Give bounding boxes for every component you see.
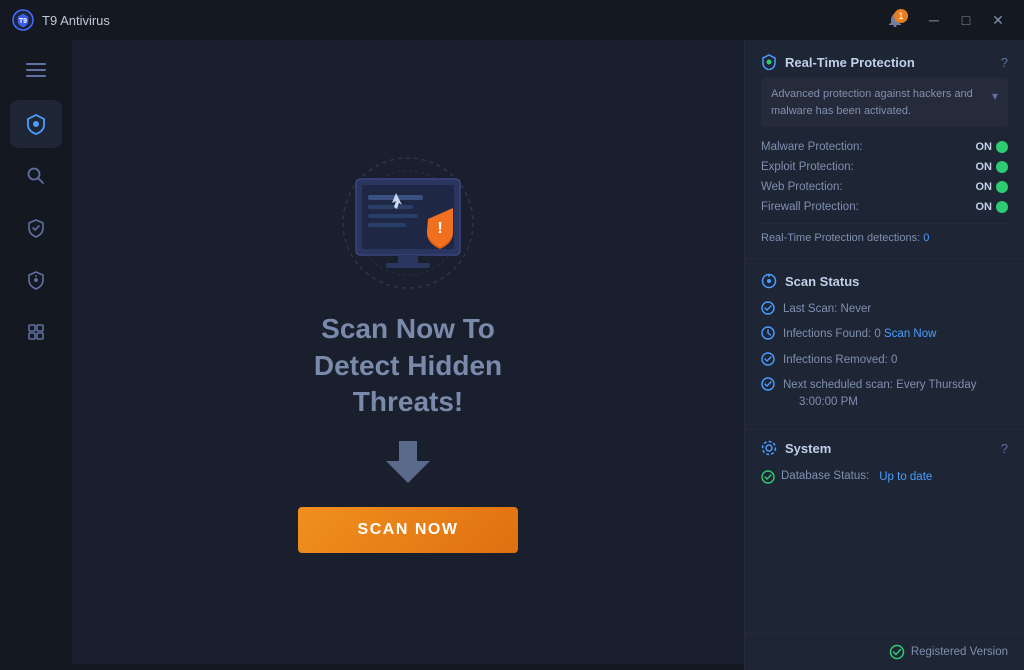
hamburger-line <box>26 69 46 71</box>
db-check-icon <box>761 470 775 484</box>
titlebar-controls: 1 ─ □ ✕ <box>882 9 1012 31</box>
app-icon: T9 <box>12 9 34 31</box>
chevron-down-icon[interactable]: ▾ <box>992 87 998 105</box>
infections-found-text: Infections Found: 0 Scan Now <box>783 326 936 343</box>
exploit-protection-row: Exploit Protection: ON <box>761 157 1008 177</box>
monitor-illustration: ! <box>308 151 508 311</box>
hamburger-line <box>26 63 46 65</box>
system-help-icon[interactable]: ? <box>1001 441 1008 456</box>
arrow-head <box>386 461 430 483</box>
system-icon <box>761 440 777 456</box>
firewall-toggle-dot <box>996 201 1008 213</box>
rtp-description: Advanced protection against hackers and … <box>761 78 1008 127</box>
check-circle-icon <box>761 301 775 315</box>
notification-badge: 1 <box>894 9 908 23</box>
checkshield-icon <box>26 218 46 238</box>
sidebar-item-scan[interactable] <box>10 152 62 200</box>
registered-version-text: Registered Version <box>911 646 1008 658</box>
sidebar-item-tools[interactable] <box>10 308 62 356</box>
database-status-row: Database Status: Up to date <box>761 464 1008 489</box>
privacy-icon <box>26 270 46 290</box>
shield-icon <box>25 113 47 135</box>
rtp-help-icon[interactable]: ? <box>1001 55 1008 70</box>
rtp-title: Real-Time Protection <box>761 54 915 70</box>
system-title: System <box>761 440 831 456</box>
scan-now-link[interactable]: Scan Now <box>884 328 936 340</box>
db-status-label: Database Status: <box>781 468 869 485</box>
arrow-body <box>399 441 417 461</box>
scan-main: ! Scan Now To Detect Hidden Threats! SCA… <box>72 40 744 664</box>
sidebar-item-privacy[interactable] <box>10 256 62 304</box>
exploit-label: Exploit Protection: <box>761 161 854 173</box>
malware-protection-row: Malware Protection: ON <box>761 137 1008 157</box>
web-label: Web Protection: <box>761 181 843 193</box>
check-circle-2-icon <box>761 352 775 366</box>
system-section: System ? Database Status: Up to date <box>745 430 1024 499</box>
exploit-toggle[interactable]: ON <box>976 161 1009 173</box>
system-header: System ? <box>761 440 1008 456</box>
search-icon <box>26 166 46 186</box>
titlebar-left: T9 T9 Antivirus <box>12 9 110 31</box>
web-protection-row: Web Protection: ON <box>761 177 1008 197</box>
infections-removed-row: Infections Removed: 0 <box>761 348 1008 373</box>
calendar-icon <box>761 377 775 391</box>
down-arrow <box>386 441 430 483</box>
right-footer: Registered Version <box>745 633 1024 670</box>
minimize-button[interactable]: ─ <box>920 9 948 31</box>
main-container: ! Scan Now To Detect Hidden Threats! SCA… <box>0 40 1024 670</box>
infections-found-row: Infections Found: 0 Scan Now <box>761 322 1008 347</box>
hamburger-line <box>26 75 46 77</box>
titlebar: T9 T9 Antivirus 1 ─ □ ✕ <box>0 0 1024 40</box>
web-toggle-dot <box>996 181 1008 193</box>
clock-icon <box>761 326 775 340</box>
maximize-button[interactable]: □ <box>952 9 980 31</box>
malware-label: Malware Protection: <box>761 141 863 153</box>
sidebar-item-protection[interactable] <box>10 204 62 252</box>
malware-toggle-dot <box>996 141 1008 153</box>
registered-check-icon <box>889 644 905 660</box>
exploit-toggle-dot <box>996 161 1008 173</box>
scan-now-button[interactable]: SCAN NOW <box>298 507 519 553</box>
app-title: T9 Antivirus <box>42 13 110 28</box>
rtp-header: Real-Time Protection ? <box>761 54 1008 70</box>
last-scan-text: Last Scan: Never <box>783 301 871 318</box>
infections-removed-text: Infections Removed: 0 <box>783 352 897 369</box>
firewall-protection-row: Firewall Protection: ON <box>761 197 1008 217</box>
last-scan-row: Last Scan: Never <box>761 297 1008 322</box>
firewall-toggle[interactable]: ON <box>976 201 1009 213</box>
malware-toggle[interactable]: ON <box>976 141 1009 153</box>
content-area: ! Scan Now To Detect Hidden Threats! SCA… <box>72 40 1024 670</box>
scan-status-section: Scan Status Last Scan: Never <box>745 259 1024 430</box>
db-status-link[interactable]: Up to date <box>879 471 932 483</box>
svg-text:!: ! <box>437 220 442 237</box>
bottom-strip <box>72 664 744 670</box>
grid-icon <box>26 322 46 342</box>
close-button[interactable]: ✕ <box>984 9 1012 31</box>
svg-text:T9: T9 <box>19 18 27 25</box>
scan-status-icon <box>761 273 777 289</box>
scan-heading: Scan Now To Detect Hidden Threats! <box>314 311 502 420</box>
firewall-label: Firewall Protection: <box>761 201 859 213</box>
sidebar-item-home[interactable] <box>10 100 62 148</box>
notification-button[interactable]: 1 <box>882 9 908 31</box>
scan-status-title: Scan Status <box>761 273 859 289</box>
detection-count: Real-Time Protection detections: 0 <box>761 223 1008 244</box>
scan-panel: ! Scan Now To Detect Hidden Threats! SCA… <box>72 40 744 670</box>
hamburger-menu[interactable] <box>16 52 56 88</box>
right-panel: Real-Time Protection ? Advanced protecti… <box>744 40 1024 670</box>
next-scan-text: Next scheduled scan: Every Thursday 3:00… <box>783 377 976 412</box>
detection-number: 0 <box>923 232 929 244</box>
scan-status-header: Scan Status <box>761 273 1008 289</box>
shield-check-icon <box>761 54 777 70</box>
real-time-protection-section: Real-Time Protection ? Advanced protecti… <box>745 40 1024 259</box>
web-toggle[interactable]: ON <box>976 181 1009 193</box>
next-scan-row: Next scheduled scan: Every Thursday 3:00… <box>761 373 1008 416</box>
sidebar <box>0 40 72 670</box>
